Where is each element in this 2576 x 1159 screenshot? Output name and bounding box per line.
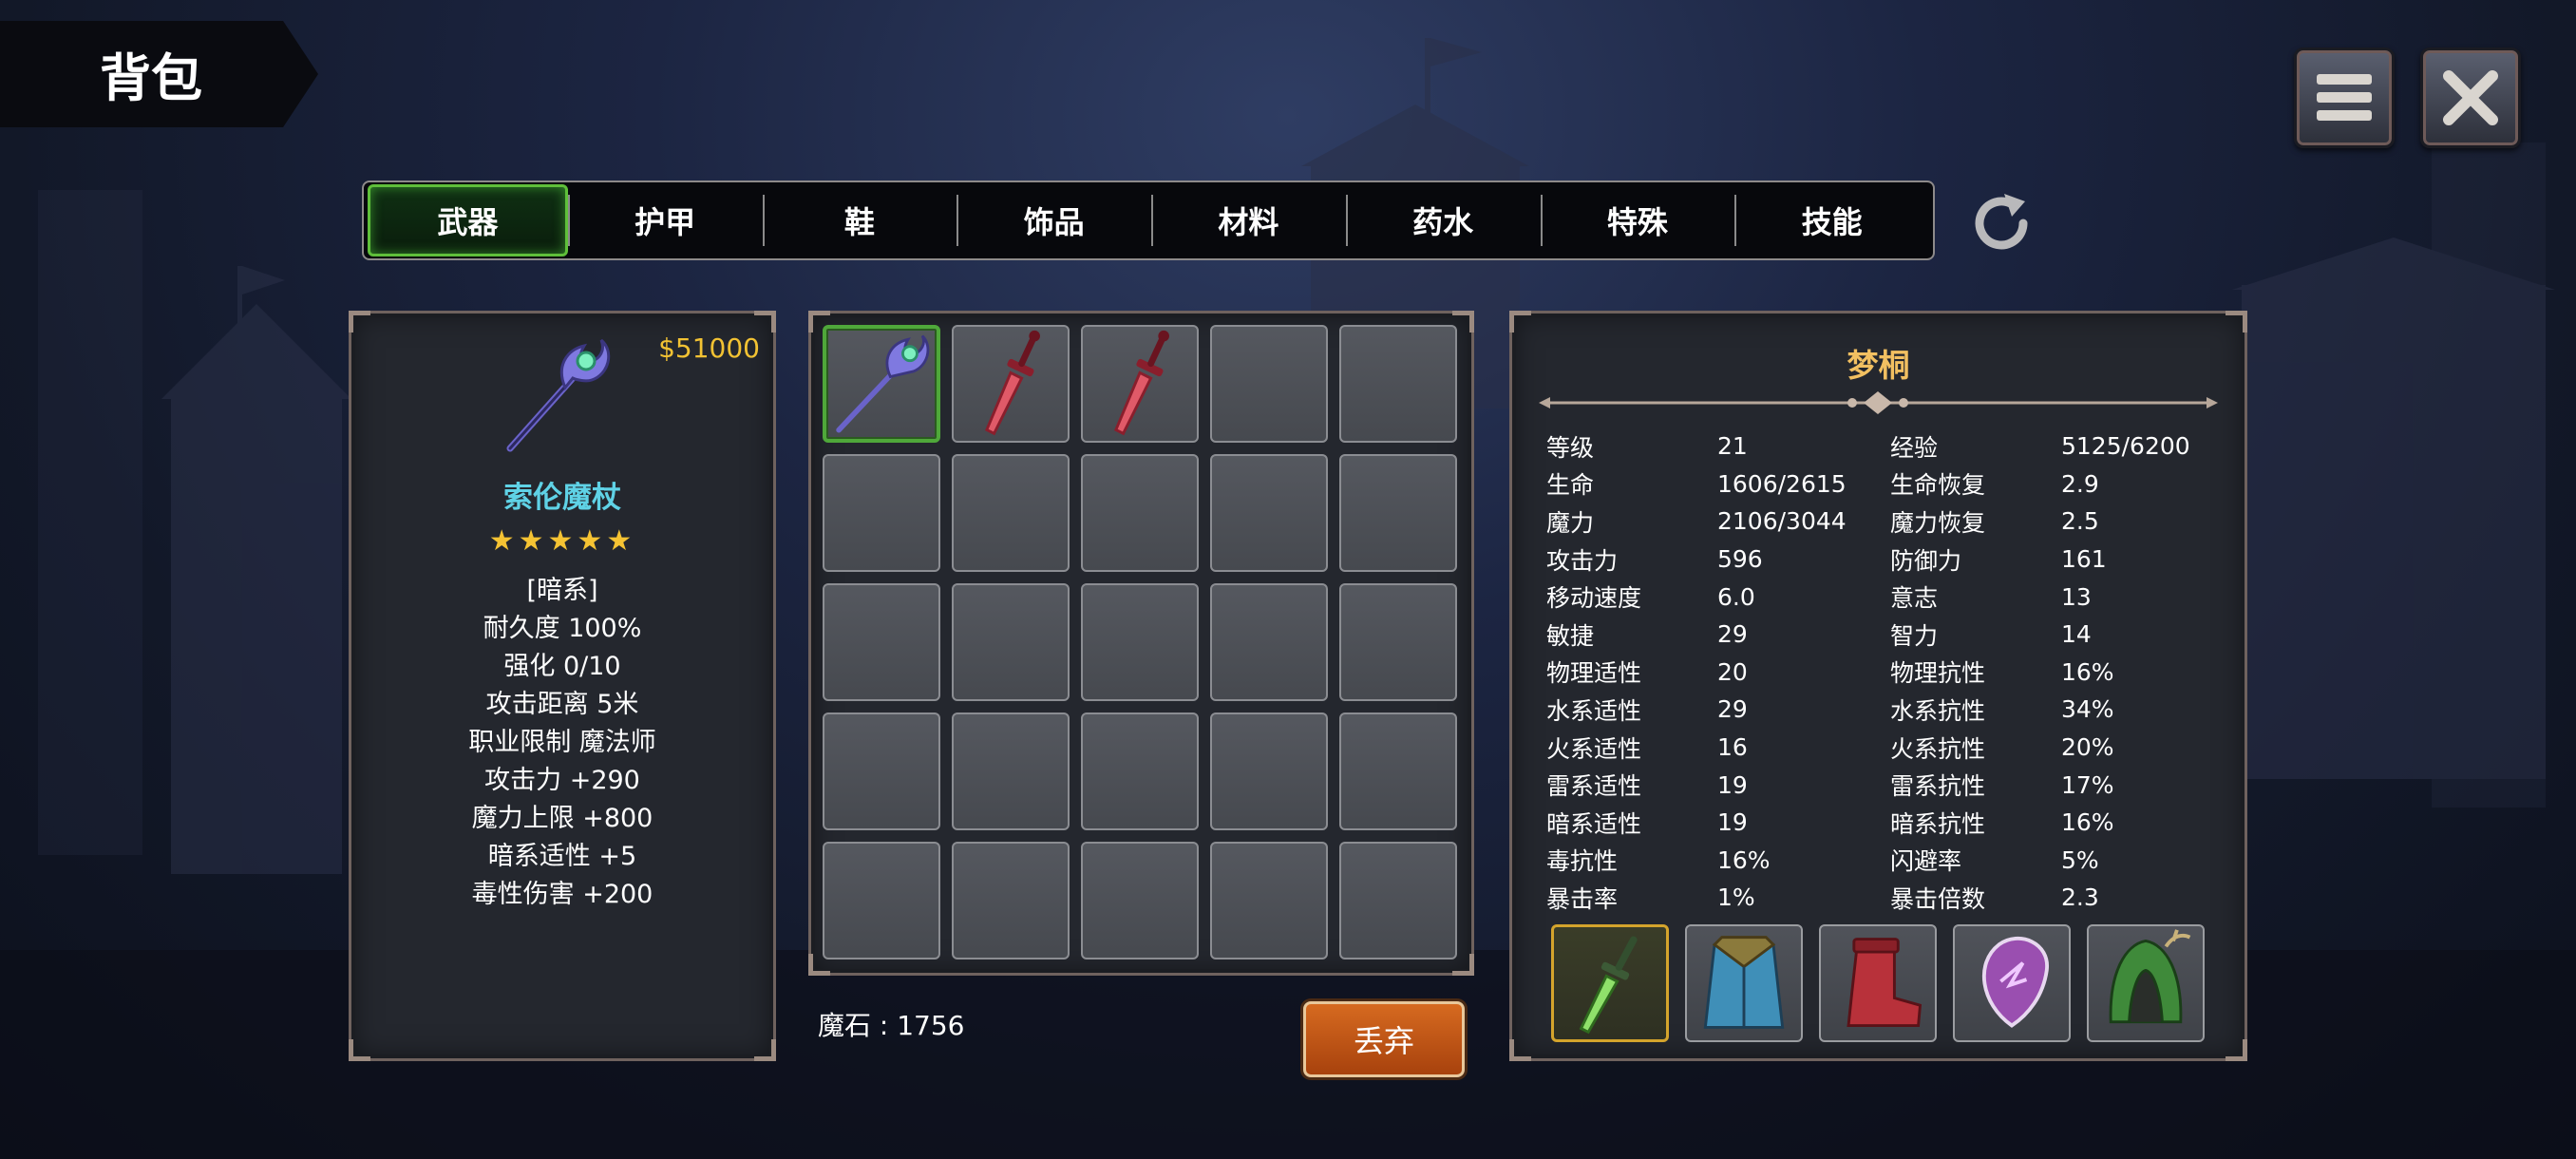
inventory-slot[interactable] xyxy=(1339,325,1457,443)
equipment-slots xyxy=(1551,924,2205,1042)
inventory-grid xyxy=(823,325,1457,960)
item-class-restriction: 职业限制 魔法师 xyxy=(468,728,656,757)
inventory-slot[interactable] xyxy=(1339,454,1457,572)
inventory-slot[interactable] xyxy=(1210,712,1328,830)
item-name: 索伦魔杖 xyxy=(503,481,621,515)
inventory-slot[interactable] xyxy=(1339,583,1457,701)
item-price: $51000 xyxy=(658,332,760,364)
inventory-slot[interactable] xyxy=(952,583,1070,701)
inventory-slot[interactable] xyxy=(823,712,940,830)
stat-row: 毒抗性 16% 闪避率 5% xyxy=(1546,846,2099,876)
ornament-divider xyxy=(1539,391,2218,414)
green-dagger-icon xyxy=(1579,936,1638,1035)
staff-icon xyxy=(506,338,611,452)
inventory-slot[interactable] xyxy=(1210,842,1328,960)
item-durability: 耐久度 100% xyxy=(483,614,642,643)
stats-table: 等级 21 经验 5125/6200 生命 1606/2615 生命恢复 2.9 魔力 210… xyxy=(1546,428,2194,917)
inventory-slot[interactable] xyxy=(952,454,1070,572)
inventory-slot[interactable] xyxy=(823,842,940,960)
stat-row: 雷系适性 19 雷系抗性 17% xyxy=(1546,770,2114,801)
inventory-slot[interactable] xyxy=(1081,842,1199,960)
item-rating-stars: ★★★★★ xyxy=(488,524,636,558)
equipped-accessory-slot[interactable] xyxy=(1953,924,2071,1042)
stat-row: 生命 1606/2615 生命恢复 2.9 xyxy=(1546,469,2099,500)
inventory-slot[interactable] xyxy=(1210,325,1328,443)
stat-row: 移动速度 6.0 意志 13 xyxy=(1546,582,2092,613)
stat-row: 物理适性 20 物理抗性 16% xyxy=(1546,657,2114,688)
inventory-slot[interactable] xyxy=(1339,842,1457,960)
inventory-slot[interactable] xyxy=(823,454,940,572)
stat-row: 水系适性 29 水系抗性 34% xyxy=(1546,695,2114,725)
stat-row: 暗系适性 19 暗系抗性 16% xyxy=(1546,808,2114,838)
close-icon xyxy=(2443,70,2498,125)
inventory-slot[interactable] xyxy=(952,842,1070,960)
tab-potions[interactable]: 药水 xyxy=(1345,187,1541,254)
inventory-slot[interactable] xyxy=(823,325,940,443)
green-helmet-icon xyxy=(2109,929,2191,1024)
stat-row: 攻击力 596 防御力 161 xyxy=(1546,545,2107,575)
equipped-helmet-slot[interactable] xyxy=(2087,924,2205,1042)
inventory-slot[interactable] xyxy=(952,712,1070,830)
inventory-slot[interactable] xyxy=(823,583,940,701)
stat-row: 等级 21 经验 5125/6200 xyxy=(1546,432,2190,462)
red-boots-icon xyxy=(1847,938,1923,1027)
inventory-slot[interactable] xyxy=(1210,454,1328,572)
staff-icon xyxy=(836,334,930,433)
item-dark-affinity: 暗系适性 +5 xyxy=(487,842,637,871)
purple-amulet-icon xyxy=(1982,936,2049,1028)
menu-button[interactable] xyxy=(2294,48,2395,148)
character-name: 梦桐 xyxy=(1847,347,1910,384)
inventory-slot[interactable] xyxy=(1339,712,1457,830)
item-attributes: [暗系] 耐久度 100% 强化 0/10 攻击距离 5米 职业限制 魔法师 攻… xyxy=(351,572,773,914)
inventory-panel xyxy=(808,311,1474,976)
inventory-slot[interactable] xyxy=(1081,325,1199,443)
tab-weapons[interactable]: 武器 xyxy=(368,184,568,256)
tab-materials[interactable]: 材料 xyxy=(1151,187,1346,254)
close-button[interactable] xyxy=(2420,48,2521,148)
dagger-icon xyxy=(1113,330,1169,436)
dagger-icon xyxy=(984,330,1040,436)
tab-skills[interactable]: 技能 xyxy=(1734,187,1929,254)
inventory-slot[interactable] xyxy=(1210,583,1328,701)
item-attack-range: 攻击距离 5米 xyxy=(485,690,639,719)
tab-armor[interactable]: 护甲 xyxy=(567,187,763,254)
inventory-slot[interactable] xyxy=(1081,583,1199,701)
stat-row: 暴击率 1% 暴击倍数 2.3 xyxy=(1546,884,2099,913)
page-title: 背包 xyxy=(100,48,202,108)
inventory-slot[interactable] xyxy=(1081,454,1199,572)
tab-accessories[interactable]: 饰品 xyxy=(957,187,1151,254)
item-poison-damage: 毒性伤害 +200 xyxy=(471,880,653,909)
menu-icon xyxy=(2317,74,2372,121)
category-tabs: 武器 护甲 鞋 饰品 材料 药水 特殊 技能 xyxy=(362,180,1935,260)
equipped-armor-slot[interactable] xyxy=(1685,924,1803,1042)
stat-row: 敏捷 29 智力 14 xyxy=(1546,620,2092,650)
item-mana-bonus: 魔力上限 +800 xyxy=(471,804,653,833)
character-stats-panel: 梦桐 等级 21 经验 5125/6200 生命 1606/2615 生命恢复 2.9 魔力… xyxy=(1509,311,2247,1061)
blue-robe-icon xyxy=(1703,936,1785,1029)
equipped-weapon-slot[interactable] xyxy=(1551,924,1669,1042)
refresh-icon[interactable] xyxy=(1964,186,2038,260)
tab-special[interactable]: 特殊 xyxy=(1540,187,1735,254)
equipped-boots-slot[interactable] xyxy=(1819,924,1937,1042)
item-element: [暗系] xyxy=(526,576,598,605)
discard-button[interactable]: 丢弃 xyxy=(1303,1001,1465,1077)
item-enhance: 强化 0/10 xyxy=(503,652,621,681)
stat-row: 魔力 2106/3044 魔力恢复 2.5 xyxy=(1546,507,2099,537)
stat-row: 火系适性 16 火系抗性 20% xyxy=(1546,733,2114,763)
mana-stone-count: 魔石 : 1756 xyxy=(818,1010,965,1041)
tab-shoes[interactable]: 鞋 xyxy=(762,187,957,254)
inventory-slot[interactable] xyxy=(1081,712,1199,830)
inventory-slot[interactable] xyxy=(952,325,1070,443)
item-attack-bonus: 攻击力 +290 xyxy=(484,766,640,795)
item-detail-panel: $51000 索伦魔杖 ★★★★★ [暗系] 耐久度 100% 强化 0/10 … xyxy=(349,311,776,1061)
